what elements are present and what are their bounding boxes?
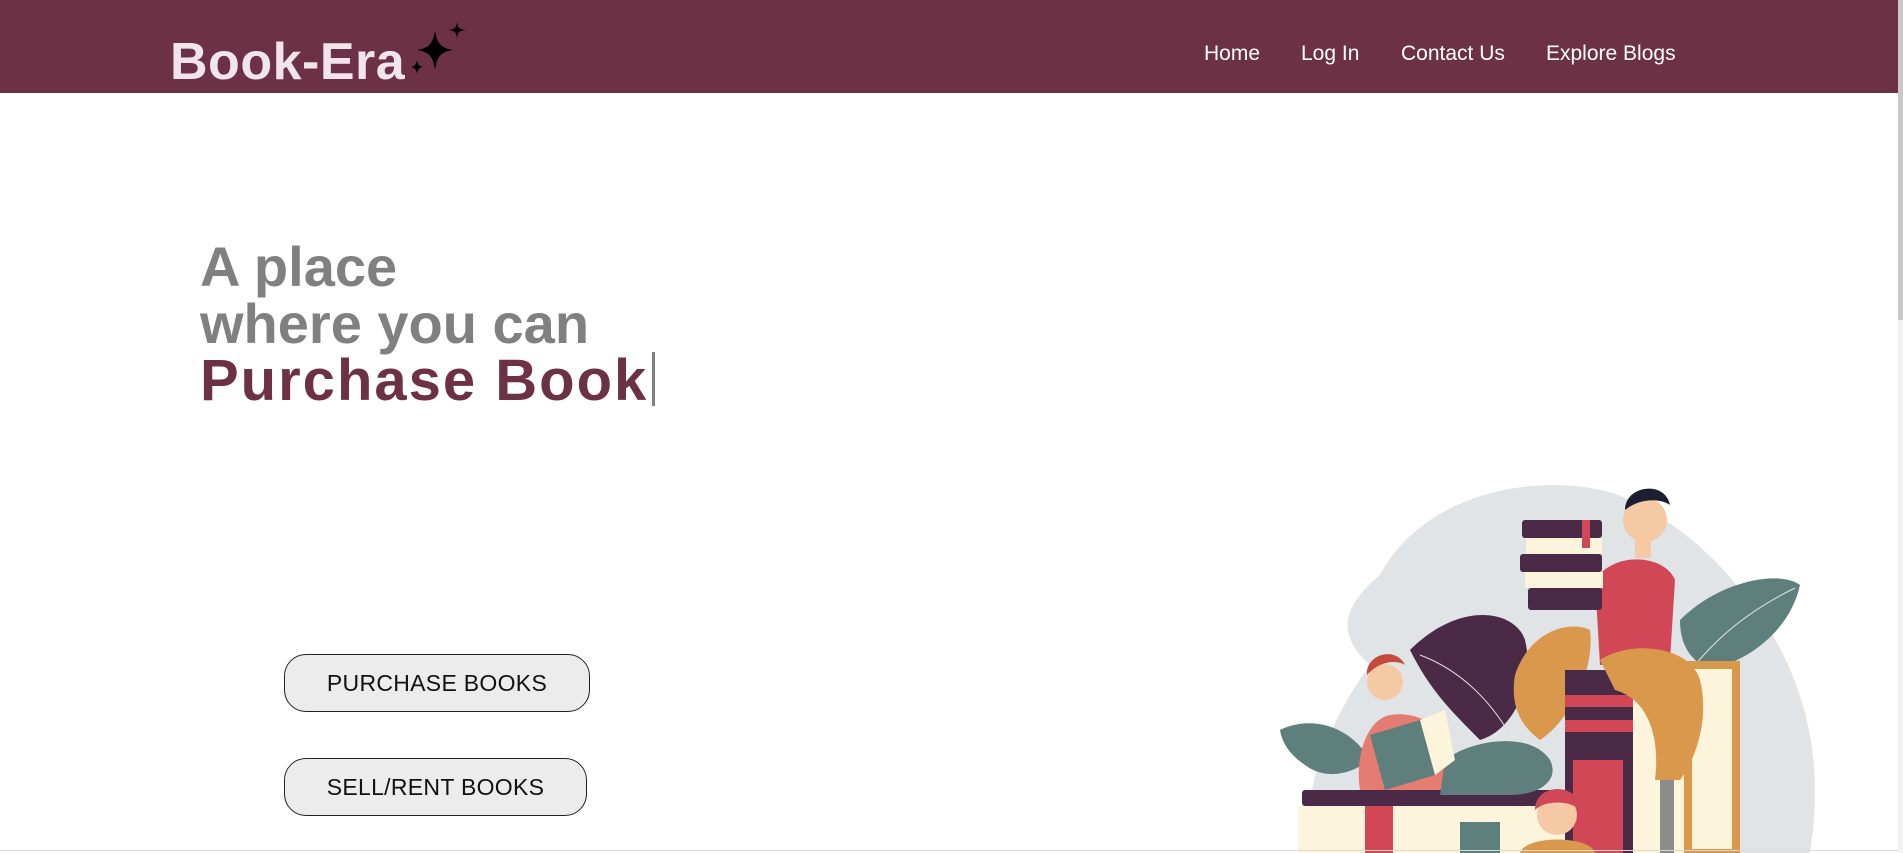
typing-cursor — [652, 352, 656, 406]
typed-word: Purchase Book — [200, 348, 649, 413]
hero-line-2: where you can — [200, 292, 590, 355]
sparkle-icon — [411, 22, 465, 74]
page-bottom-border — [0, 850, 1898, 851]
scrollbar-thumb[interactable] — [1898, 0, 1903, 320]
sell-rent-books-button[interactable]: SELL/RENT BOOKS — [284, 758, 587, 816]
purchase-books-button[interactable]: PURCHASE BOOKS — [284, 654, 590, 712]
nav-explore-blogs[interactable]: Explore Blogs — [1546, 40, 1676, 68]
brand-logo[interactable]: Book-Era — [170, 30, 405, 94]
nav-contact-us[interactable]: Contact Us — [1401, 40, 1505, 68]
navbar: Book-Era Home Log In Contact Us Explore … — [0, 0, 1898, 93]
hero-line-1: A place — [200, 235, 398, 298]
readers-illustration — [1280, 484, 1816, 853]
hero-typed-text: Purchase Book — [200, 348, 656, 413]
nav-home[interactable]: Home — [1204, 40, 1260, 68]
nav-login[interactable]: Log In — [1301, 40, 1359, 68]
scrollbar-track[interactable] — [1898, 0, 1903, 853]
